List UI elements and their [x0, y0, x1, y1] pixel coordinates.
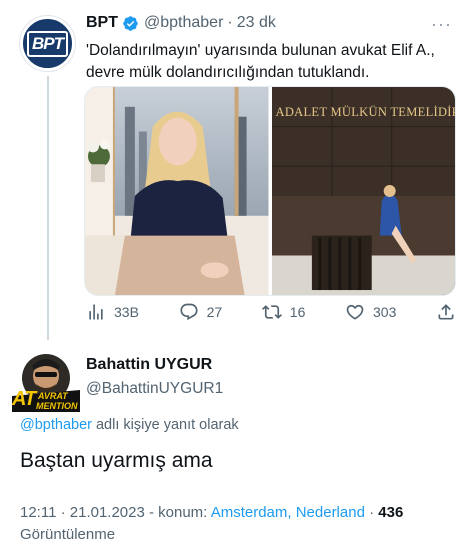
mention-link[interactable]: @bpthaber — [20, 417, 92, 433]
reply-timestamp[interactable]: 12:11 · 21.01.2023 - konum: — [20, 504, 211, 521]
tweet-header: BPT @bpthaber · 23 dk — [86, 14, 276, 32]
author-handle[interactable]: @bpthaber — [144, 14, 223, 32]
like-action[interactable]: 303 — [345, 302, 396, 322]
reply-meta: 12:11 · 21.01.2023 - konum: Amsterdam, N… — [20, 502, 460, 546]
meta-separator: · — [364, 504, 379, 521]
more-options-icon[interactable]: ··· — [431, 14, 452, 35]
avatar-bpt[interactable]: BPT — [20, 16, 75, 71]
reply-text: Baştan uyarmış ama — [20, 449, 213, 472]
retweet-count: 16 — [289, 304, 306, 320]
retweet-icon — [261, 305, 282, 319]
retweet-action[interactable]: 16 — [261, 302, 306, 322]
tweet-media[interactable]: ADALET MÜLKÜN TEMELİDİR. — [84, 86, 456, 296]
reply-author-name[interactable]: Bahattin UYGUR — [86, 356, 212, 374]
reply-count: 27 — [206, 304, 223, 320]
views-action[interactable]: 33B — [86, 302, 139, 322]
replying-to: @bpthaber adlı kişiye yanıt olarak — [20, 417, 239, 433]
separator-dot: · — [227, 14, 233, 31]
thread-line — [47, 76, 49, 340]
analytics-icon — [89, 304, 103, 320]
reply-avatar[interactable]: AT AVRAT MENTION — [10, 352, 82, 414]
tweet-image-1[interactable] — [85, 87, 269, 295]
verified-badge-icon — [123, 15, 138, 31]
reply-icon — [180, 303, 198, 321]
views-count: 33B — [114, 304, 139, 320]
court-sign-text: ADALET MÜLKÜN TEMELİDİR. — [275, 105, 456, 119]
tweet-time[interactable]: 23 dk — [237, 14, 276, 32]
author-name[interactable]: BPT — [86, 14, 118, 32]
avatar-caption-bottom: MENTION — [36, 401, 78, 411]
avatar-logo-text: BPT — [27, 30, 68, 57]
tweet-text: 'Dolandırılmayın' uyarısında bulunan avu… — [86, 42, 435, 81]
reply-action[interactable]: 27 — [179, 302, 223, 322]
tweet-image-2[interactable]: ADALET MÜLKÜN TEMELİDİR. — [271, 87, 456, 295]
share-action[interactable] — [436, 302, 456, 322]
avatar-caption-top: AVRAT — [38, 391, 68, 401]
share-icon — [438, 304, 454, 320]
reply-views-label: Görüntülenme — [20, 526, 116, 543]
reply-author-handle[interactable]: @BahattinUYGUR1 — [86, 380, 223, 398]
reply-views-count: 436 — [378, 504, 404, 521]
like-count: 303 — [373, 304, 397, 320]
avatar-caption-at: AT — [12, 388, 36, 410]
tweet-actions: 33B 27 16 303 — [86, 302, 456, 322]
portrait-photo — [85, 87, 269, 295]
location-link[interactable]: Amsterdam, Nederland — [211, 504, 365, 521]
replying-to-label: adlı kişiye yanıt olarak — [91, 417, 239, 433]
heart-icon — [346, 304, 364, 320]
